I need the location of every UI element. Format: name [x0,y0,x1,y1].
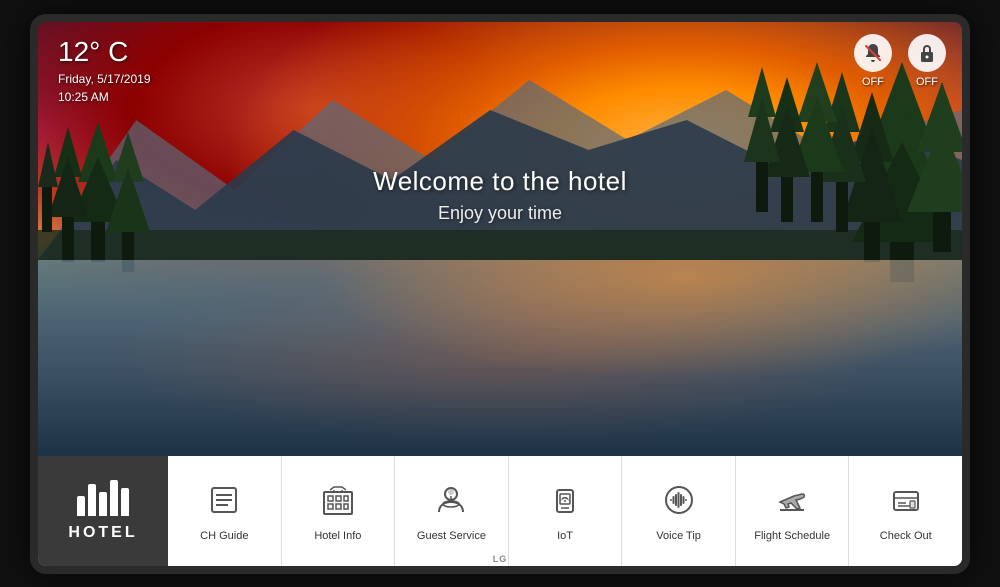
menu-items-container: CH Guide [168,456,962,566]
ch-guide-icon [202,478,246,522]
iot-label: IoT [557,530,573,543]
flight-schedule-icon [770,478,814,522]
temperature-display: 12° C [58,38,151,66]
flight-schedule-label: Flight Schedule [754,530,830,543]
iot-icon [543,478,587,522]
lg-brand-logo: LG [493,554,508,564]
menu-item-check-out[interactable]: Check Out [849,456,962,566]
lock-label: OFF [916,76,938,88]
top-right-controls: OFF OFF [854,34,946,88]
voice-tip-label: Voice Tip [656,530,701,543]
top-left-info: 12° C Friday, 5/17/2019 10:25 AM [58,38,151,106]
hotel-logo-bars [77,480,129,516]
menu-item-ch-guide[interactable]: CH Guide [168,456,282,566]
guest-service-icon [429,478,473,522]
tv-frame: 12° C Friday, 5/17/2019 10:25 AM OFF [30,14,970,574]
date-display: Friday, 5/17/2019 10:25 AM [58,70,151,106]
menu-item-guest-service[interactable]: Guest Service [395,456,509,566]
check-out-icon [884,478,928,522]
logo-bar-3 [99,492,107,516]
lock-control[interactable]: OFF [908,34,946,88]
menu-item-flight-schedule[interactable]: Flight Schedule [736,456,850,566]
date-text: Friday, 5/17/2019 [58,70,151,88]
time-text: 10:25 AM [58,88,151,106]
welcome-overlay: Welcome to the hotel Enjoy your time [373,166,627,224]
menu-item-hotel-info[interactable]: Hotel Info [282,456,396,566]
logo-bar-2 [88,484,96,516]
do-not-disturb-icon [854,34,892,72]
hotel-logo-section: HOTEL [38,456,168,566]
do-not-disturb-label: OFF [862,76,884,88]
logo-bar-5 [121,488,129,516]
guest-service-label: Guest Service [417,530,486,543]
lake-reflection [38,260,962,455]
hotel-info-icon [316,478,360,522]
trees-right [742,62,962,282]
hotel-logo-text: HOTEL [68,524,137,542]
check-out-label: Check Out [880,530,932,543]
logo-bar-4 [110,480,118,516]
do-not-disturb-control[interactable]: OFF [854,34,892,88]
bottom-bar: HOTEL CH Guide [38,456,962,566]
hotel-info-label: Hotel Info [314,530,361,543]
trees-left [38,122,158,282]
menu-item-voice-tip[interactable]: Voice Tip [622,456,736,566]
lock-icon [908,34,946,72]
lake [38,260,962,455]
voice-tip-icon [657,478,701,522]
ch-guide-label: CH Guide [200,530,248,543]
menu-item-iot[interactable]: IoT [509,456,623,566]
welcome-main-text: Welcome to the hotel [373,166,627,197]
welcome-sub-text: Enjoy your time [373,203,627,224]
logo-bar-1 [77,496,85,516]
tv-screen: 12° C Friday, 5/17/2019 10:25 AM OFF [38,22,962,456]
